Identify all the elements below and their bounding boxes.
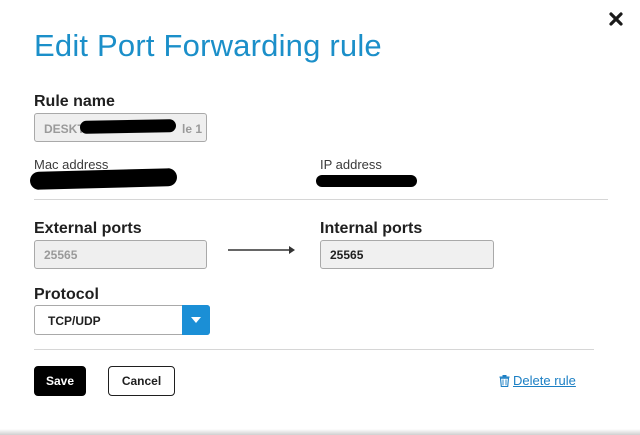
ip-address-label: IP address [320,157,382,172]
save-button[interactable]: Save [34,366,86,396]
protocol-selected-value: TCP/UDP [48,314,101,328]
protocol-label: Protocol [34,286,99,303]
internal-ports-label: Internal ports [320,220,423,237]
section-divider [34,199,608,200]
cancel-button[interactable]: Cancel [108,366,175,396]
rule-name-value-start: DESKT [44,122,85,136]
rule-name-label: Rule name [34,93,115,110]
delete-rule-label: Delete rule [513,373,576,388]
redaction-mark [79,119,177,134]
edit-port-forwarding-dialog: Edit Port Forwarding rule Rule name DESK… [0,0,640,435]
internal-ports-input[interactable] [320,240,494,269]
arrow-right-icon [228,246,295,254]
protocol-dropdown-toggle[interactable] [182,305,210,335]
close-button[interactable] [606,9,626,29]
rule-name-value-end: le 1 [182,122,203,136]
trash-icon [499,374,510,387]
protocol-select[interactable]: TCP/UDP [34,305,210,335]
mac-address-redaction [29,168,178,190]
delete-rule-link[interactable]: Delete rule [499,373,576,388]
external-ports-label: External ports [34,220,142,237]
dialog-title: Edit Port Forwarding rule [34,28,382,63]
close-icon [609,12,623,26]
chevron-down-icon [191,317,201,323]
external-ports-input[interactable] [34,240,207,269]
ip-address-redaction [316,175,417,187]
actions-divider [34,349,594,350]
dialog-bottom-shadow [0,429,640,435]
